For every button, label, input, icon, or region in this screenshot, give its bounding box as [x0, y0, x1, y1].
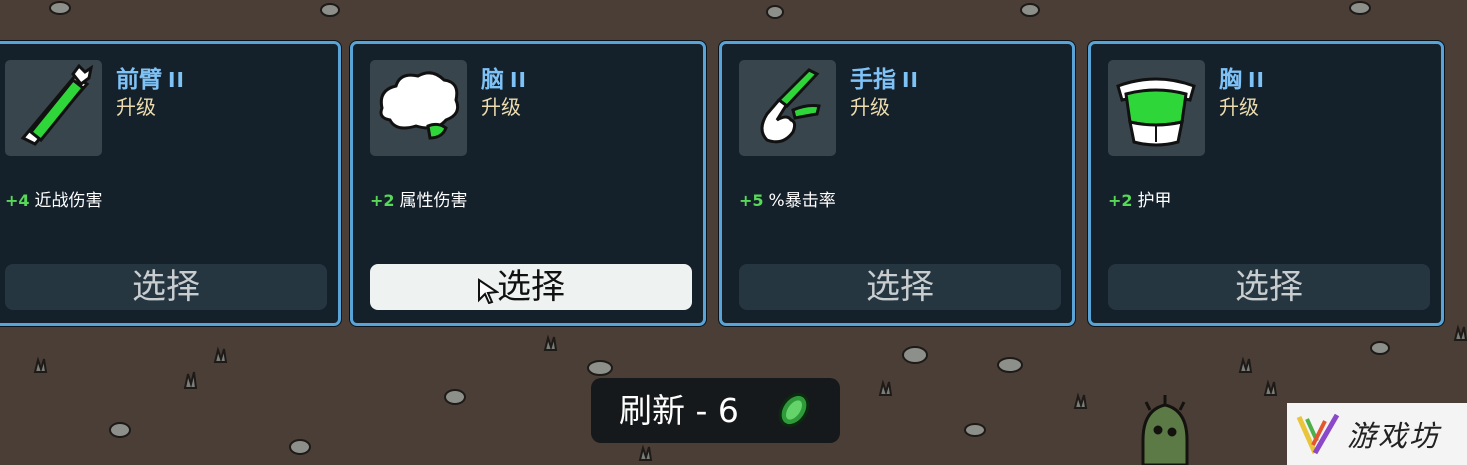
- item-icon-frame: [1108, 60, 1205, 156]
- item-icon-frame: [370, 60, 467, 156]
- item-stat: +2 属性伤害: [370, 186, 468, 211]
- stat-label: 近战伤害: [34, 191, 103, 211]
- stat-value: +5: [739, 191, 764, 210]
- material-coin-icon: [778, 392, 810, 428]
- refresh-label: 刷新 - 6: [619, 391, 739, 430]
- item-stat: +2 护甲: [1108, 186, 1172, 211]
- mouse-cursor-icon: [478, 278, 499, 304]
- brain-icon: [379, 71, 460, 140]
- stat-value: +2: [370, 191, 395, 210]
- select-button[interactable]: 选择: [370, 264, 692, 310]
- watermark: 游戏坊: [1287, 403, 1467, 465]
- item-name: 前臂 II: [116, 67, 185, 93]
- item-type-label: 升级: [481, 95, 521, 119]
- watermark-text: 游戏坊: [1347, 419, 1441, 453]
- item-name: 胸 II: [1219, 67, 1265, 93]
- item-type-label: 升级: [850, 95, 890, 119]
- stat-label: 护甲: [1137, 191, 1172, 211]
- stat-label: %暴击率: [768, 191, 836, 211]
- chest-icon: [1116, 77, 1196, 147]
- upgrade-card-brain[interactable]: 脑 II 升级 +2 属性伤害 选择: [350, 41, 706, 326]
- item-name: 手指 II: [850, 67, 919, 93]
- upgrade-card-finger[interactable]: 手指 II 升级 +5 %暴击率 选择: [719, 41, 1075, 326]
- item-icon-frame: [739, 60, 836, 156]
- youxifang-logo-icon: [1296, 413, 1340, 455]
- item-type-label: 升级: [1219, 95, 1259, 119]
- select-button[interactable]: 选择: [739, 264, 1061, 310]
- upgrade-card-chest[interactable]: 胸 II 升级 +2 护甲 选择: [1088, 41, 1444, 326]
- stat-label: 属性伤害: [399, 191, 468, 211]
- item-stat: +5 %暴击率: [739, 186, 836, 211]
- stat-value: +2: [1108, 191, 1133, 210]
- item-icon-frame: [5, 60, 102, 156]
- select-button[interactable]: 选择: [5, 264, 327, 310]
- refresh-button[interactable]: 刷新 - 6: [591, 378, 840, 443]
- forearm-icon: [20, 63, 94, 146]
- select-button[interactable]: 选择: [1108, 264, 1430, 310]
- stat-value: +4: [5, 191, 30, 210]
- item-name: 脑 II: [481, 67, 527, 93]
- item-stat: +4 近战伤害: [5, 186, 103, 211]
- finger-icon: [760, 68, 821, 144]
- upgrade-card-forearm[interactable]: 前臂 II 升级 +4 近战伤害 选择: [0, 41, 341, 326]
- item-type-label: 升级: [116, 95, 156, 119]
